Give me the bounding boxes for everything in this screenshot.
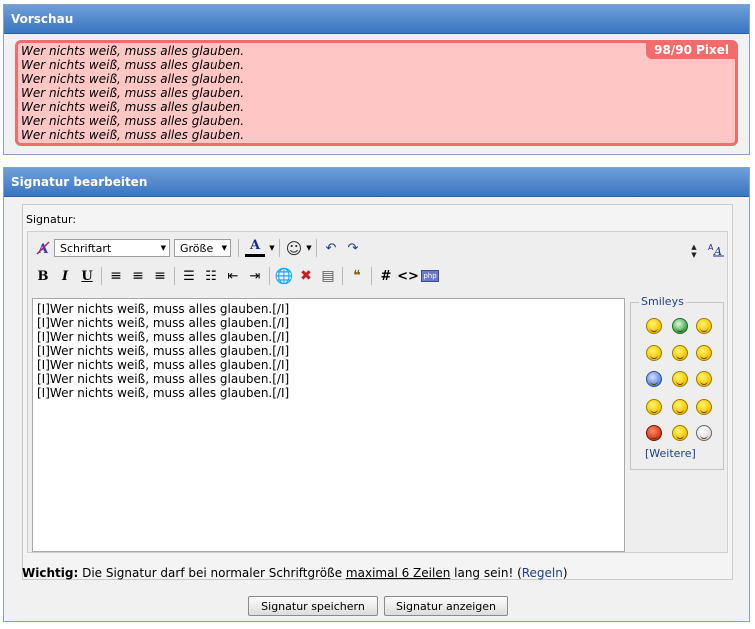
smileys-more: [Weitere] <box>645 447 696 460</box>
signature-note: Wichtig: Die Signatur darf bei normaler … <box>22 566 568 580</box>
preview-line: Wer nichts weiß, muss alles glauben. <box>21 58 245 72</box>
note-text-2: lang sein! ( <box>454 566 522 580</box>
redo-icon[interactable]: ↷ <box>342 238 364 258</box>
toolbar-separator <box>342 267 343 285</box>
ordered-list-icon[interactable]: ☰ <box>178 266 200 286</box>
align-left-icon[interactable]: ≡ <box>105 266 127 286</box>
wysiwyg-editor: A Schriftart ▼ Größe ▼ A ▼ ☺ ▼ ↶ <box>27 231 728 553</box>
remove-format-icon[interactable]: A <box>32 238 54 258</box>
font-family-value: Schriftart <box>60 241 112 255</box>
toolbar-separator <box>269 267 270 285</box>
chevron-down-icon[interactable]: ▼ <box>268 238 276 258</box>
chevron-down-icon: ▼ <box>221 244 227 252</box>
preview-line: Wer nichts weiß, muss alles glauben. <box>21 100 245 114</box>
smiley-biggrin-icon[interactable] <box>646 371 662 387</box>
note-strong: Wichtig: <box>22 566 79 580</box>
preview-line: Wer nichts weiß, muss alles glauben. <box>21 72 245 86</box>
align-center-icon[interactable]: ≡ <box>127 266 149 286</box>
chevron-down-icon: ▼ <box>160 244 166 252</box>
font-color-swatch <box>245 254 265 257</box>
switch-editor-icon[interactable]: AA <box>705 239 727 259</box>
smiley-wink-icon[interactable] <box>646 399 662 415</box>
font-family-select[interactable]: Schriftart ▼ <box>54 239 170 257</box>
textarea-line: [I]Wer nichts weiß, muss alles glauben.[… <box>37 372 290 386</box>
smiley-happy-icon[interactable] <box>696 318 712 334</box>
textarea-line: [I]Wer nichts weiß, muss alles glauben.[… <box>37 358 290 372</box>
resize-icon[interactable]: ▲ ▼ <box>683 237 705 265</box>
smiley-frown-icon[interactable] <box>696 371 712 387</box>
smiley-menu-icon[interactable]: ☺ <box>283 238 305 258</box>
smiley-eek-icon[interactable] <box>696 425 712 441</box>
signature-textarea[interactable]: [I]Wer nichts weiß, muss alles glauben.[… <box>32 298 625 552</box>
smileys-legend: Smileys <box>639 295 686 308</box>
align-right-icon[interactable]: ≡ <box>149 266 171 286</box>
textarea-line: [I]Wer nichts weiß, muss alles glauben.[… <box>37 302 290 316</box>
smiley-grin-icon[interactable] <box>672 318 688 334</box>
textarea-line: [I]Wer nichts weiß, muss alles glauben.[… <box>37 330 290 344</box>
preview-line: Wer nichts weiß, muss alles glauben. <box>21 128 245 142</box>
signature-fieldset: Signatur: A Schriftart ▼ Größe ▼ A ▼ <box>22 204 733 580</box>
hash-icon[interactable]: # <box>375 266 397 286</box>
toolbar-separator <box>101 267 102 285</box>
textarea-line: [I]Wer nichts weiß, muss alles glauben.[… <box>37 386 290 400</box>
signature-label: Signatur: <box>26 213 77 226</box>
font-color-button[interactable]: A <box>242 238 268 258</box>
smileys-box: Smileys [Weitere] <box>630 295 724 470</box>
pixel-size-badge: 98/90 Pixel <box>646 43 735 59</box>
toolbar-row-1: A Schriftart ▼ Größe ▼ A ▼ ☺ ▼ ↶ <box>32 237 364 259</box>
toolbar-separator <box>174 267 175 285</box>
php-icon[interactable]: php <box>419 266 441 286</box>
smiley-confused-icon[interactable] <box>672 371 688 387</box>
textarea-line: [I]Wer nichts weiß, muss alles glauben.[… <box>37 344 290 358</box>
signature-preview: Wer nichts weiß, muss alles glauben. Wer … <box>15 40 738 146</box>
signature-edit-panel: Signatur bearbeiten Signatur: A Schrifta… <box>3 167 750 622</box>
toolbar-separator <box>316 239 317 257</box>
chevron-down-icon[interactable]: ▼ <box>305 238 313 258</box>
show-signature-button[interactable]: Signatur anzeigen <box>384 596 508 616</box>
svg-text:A: A <box>713 245 722 257</box>
rules-link[interactable]: Regeln <box>522 566 563 580</box>
save-signature-button[interactable]: Signatur speichern <box>248 596 378 616</box>
underline-icon[interactable]: U <box>76 266 98 286</box>
smiley-surprised-icon[interactable] <box>672 425 688 441</box>
code-icon[interactable]: <> <box>397 266 419 286</box>
insert-image-icon[interactable]: ▤ <box>317 266 339 286</box>
unordered-list-icon[interactable]: ☷ <box>200 266 222 286</box>
toolbar-row-2: B I U ≡ ≡ ≡ ☰ ☷ ⇤ ⇥ 🌐 ✖ ▤ ❝ # <> php <box>32 265 441 287</box>
note-text-1: Die Signatur darf bei normaler Schriftgr… <box>82 566 343 580</box>
smiley-cool-icon[interactable] <box>696 345 712 361</box>
bold-icon[interactable]: B <box>32 266 54 286</box>
insert-link-icon[interactable]: 🌐 <box>273 266 295 286</box>
remove-link-icon[interactable]: ✖ <box>295 266 317 286</box>
note-text-3: ) <box>562 566 568 580</box>
preview-panel: Vorschau Wer nichts weiß, muss alles gla… <box>3 4 750 155</box>
indent-icon[interactable]: ⇥ <box>244 266 266 286</box>
smiley-devil-icon[interactable] <box>696 399 712 415</box>
smiley-mad-icon[interactable] <box>646 425 662 441</box>
preview-line: Wer nichts weiß, muss alles glauben. <box>21 114 245 128</box>
smiley-rolleyes-icon[interactable] <box>672 399 688 415</box>
preview-line: Wer nichts weiß, muss alles glauben. <box>21 86 245 100</box>
textarea-line: [I]Wer nichts weiß, muss alles glauben.[… <box>37 316 290 330</box>
font-size-value: Größe <box>180 241 214 255</box>
quote-icon[interactable]: ❝ <box>346 266 368 286</box>
preview-line: Wer nichts weiß, muss alles glauben. <box>21 44 245 58</box>
italic-icon[interactable]: I <box>54 266 76 286</box>
font-size-select[interactable]: Größe ▼ <box>174 239 231 257</box>
note-limit: maximal 6 Zeilen <box>345 566 451 580</box>
smiley-laugh-icon[interactable] <box>646 345 662 361</box>
undo-icon[interactable]: ↶ <box>320 238 342 258</box>
toolbar-separator <box>279 239 280 257</box>
bracket-close: ] <box>691 447 696 460</box>
toolbar-separator <box>238 239 239 257</box>
smileys-more-link[interactable]: Weitere <box>649 447 691 460</box>
signature-edit-title: Signatur bearbeiten <box>4 168 749 197</box>
preview-title: Vorschau <box>4 5 749 34</box>
outdent-icon[interactable]: ⇤ <box>222 266 244 286</box>
toolbar-separator <box>371 267 372 285</box>
font-color-icon: A <box>249 238 261 253</box>
smiley-sad-icon[interactable] <box>672 345 688 361</box>
smiley-smile-icon[interactable] <box>646 318 662 334</box>
